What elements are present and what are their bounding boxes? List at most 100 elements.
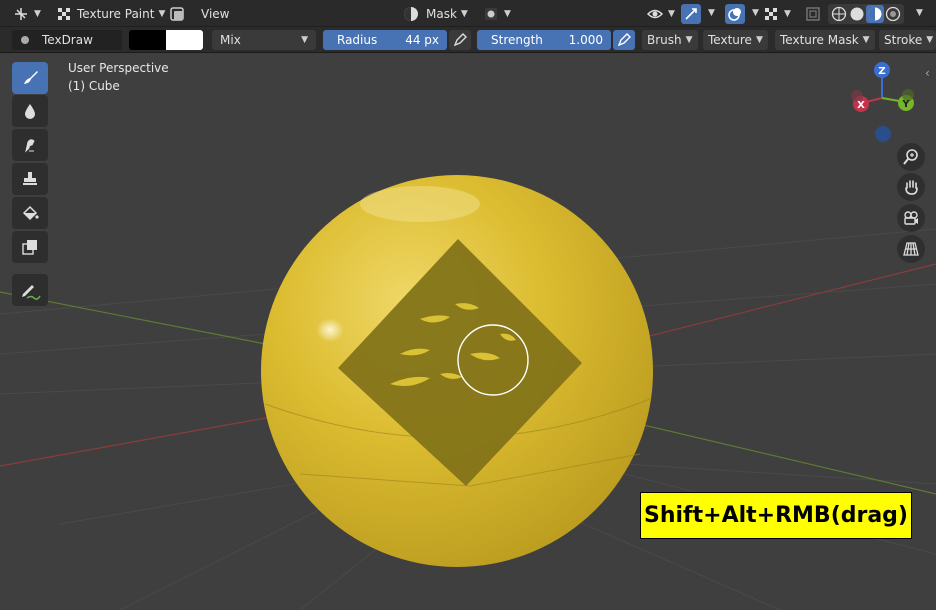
chevron-down-icon: ▼ — [668, 9, 675, 19]
view-name: User Perspective — [68, 61, 169, 75]
blend-mode-label: Mix — [220, 33, 241, 47]
chevron-down-icon: ▼ — [926, 35, 934, 45]
pen-pressure-icon — [617, 33, 631, 47]
tool-mask[interactable] — [12, 231, 48, 263]
checker-icon — [765, 8, 777, 20]
gizmo-z-label: Z — [878, 66, 885, 77]
chevron-down-icon[interactable]: ▼ — [708, 8, 715, 18]
tool-settings-bar: TexDraw Mix ▼ Radius 44 px Strength 1.00… — [0, 27, 936, 53]
texture-menu-label: Texture — [708, 33, 752, 47]
shading-group — [828, 4, 904, 24]
radius-label: Radius — [337, 33, 378, 47]
mode-dropdown[interactable]: Texture Paint ▼ — [50, 4, 171, 24]
material-shading-icon[interactable] — [866, 5, 884, 23]
stroke-menu[interactable]: Stroke ▼ — [879, 30, 936, 50]
visibility-dropdown[interactable]: ▼ — [646, 4, 675, 24]
chevron-down-icon[interactable]: ▼ — [916, 8, 923, 18]
paint-mask-toggle[interactable] — [168, 4, 188, 24]
texture-mask-menu-label: Texture Mask — [780, 33, 859, 47]
blend-mode-dropdown[interactable]: Mix ▼ — [212, 30, 316, 50]
shortcut-callout: Shift+Alt+RMB(drag) — [640, 492, 912, 539]
xray-icon — [806, 7, 820, 21]
tool-soften[interactable] — [12, 95, 48, 127]
rendered-shading-icon[interactable] — [884, 5, 902, 23]
editor-type-icon — [15, 8, 27, 20]
overlay-toggle[interactable] — [725, 4, 745, 24]
viewport-header: ▼ Texture Paint ▼ View Mask ▼ ▼ ▼ ▼ ▼ ▼ — [0, 0, 936, 27]
camera-icon — [904, 211, 918, 225]
tool-fill[interactable] — [12, 197, 48, 229]
stroke-menu-label: Stroke — [884, 33, 923, 47]
perspective-toggle-button[interactable] — [897, 235, 925, 263]
overlay-icon — [728, 8, 741, 21]
draw-brush-icon — [24, 71, 38, 84]
brush-preview-icon — [21, 36, 29, 44]
pan-button[interactable] — [897, 173, 925, 201]
chevron-down-icon: ▼ — [460, 9, 468, 19]
radius-pressure-toggle[interactable] — [449, 30, 471, 50]
tool-clone[interactable] — [12, 163, 48, 195]
clone-icon — [23, 172, 37, 185]
editor-type-button[interactable]: ▼ — [12, 4, 41, 24]
chevron-down-icon: ▼ — [755, 35, 763, 45]
pan-hand-icon — [905, 180, 918, 195]
gizmo-toggle[interactable] — [681, 4, 701, 24]
wireframe-shading-icon[interactable] — [830, 5, 848, 23]
brush-selector[interactable]: TexDraw — [12, 30, 122, 50]
solid-shading-icon[interactable] — [848, 5, 866, 23]
zoom-icon — [903, 149, 918, 165]
dot-icon — [485, 8, 497, 20]
zoom-button[interactable] — [897, 143, 925, 171]
chevron-down-icon[interactable]: ▼ — [752, 8, 759, 18]
strength-label: Strength — [491, 33, 543, 47]
mask-label: Mask — [426, 7, 457, 21]
sidebar-toggle-icon[interactable]: ‹ — [925, 66, 930, 80]
mask-dropdown[interactable]: Mask ▼ — [402, 4, 468, 24]
chevron-down-icon: ▼ — [862, 35, 870, 45]
brush-menu[interactable]: Brush ▼ — [642, 30, 698, 50]
annotate-icon — [22, 285, 41, 300]
camera-view-button[interactable] — [897, 204, 925, 232]
checker-icon — [58, 8, 70, 20]
view-menu[interactable]: View — [201, 4, 229, 24]
chevron-down-icon: ▼ — [784, 9, 791, 19]
secondary-color-swatch[interactable] — [166, 30, 203, 50]
texture-mask-menu[interactable]: Texture Mask ▼ — [775, 30, 875, 50]
gizmo-x-label: X — [857, 100, 865, 111]
primary-color-swatch[interactable] — [129, 30, 166, 50]
chevron-down-icon: ▼ — [301, 35, 308, 45]
mask-icon — [22, 240, 37, 255]
fill-icon — [22, 205, 39, 221]
chevron-down-icon: ▼ — [158, 9, 166, 19]
radius-slider[interactable]: Radius 44 px — [323, 30, 447, 50]
chevron-down-icon: ▼ — [504, 9, 511, 19]
strength-slider[interactable]: Strength 1.000 — [477, 30, 611, 50]
mask-circle-icon — [404, 7, 418, 21]
xray-toggle[interactable] — [804, 4, 822, 24]
gizmo-icon — [685, 8, 697, 20]
chevron-down-icon: ▼ — [685, 35, 693, 45]
brush-name: TexDraw — [42, 33, 93, 47]
gizmo-y-label: Y — [901, 99, 910, 110]
strength-pressure-toggle[interactable] — [613, 30, 635, 50]
tool-smear[interactable] — [12, 129, 48, 161]
xray-dropdown[interactable]: ▼ — [762, 4, 791, 24]
object-name: (1) Cube — [68, 79, 120, 93]
square-icon — [170, 7, 184, 21]
3d-viewport[interactable]: User Perspective (1) Cube Z X Y ‹ Shift+… — [0, 54, 936, 610]
soften-icon — [25, 104, 35, 119]
tool-draw[interactable] — [12, 62, 48, 94]
tool-annotate[interactable] — [12, 274, 48, 306]
pen-pressure-icon — [453, 33, 467, 47]
specular-highlight — [316, 318, 344, 342]
chevron-down-icon: ▼ — [34, 9, 41, 19]
symmetry-dropdown[interactable]: ▼ — [482, 4, 511, 24]
navigation-gizmo[interactable]: Z X Y — [845, 58, 925, 148]
texture-menu[interactable]: Texture ▼ — [703, 30, 768, 50]
mode-label: Texture Paint — [77, 7, 155, 21]
eye-icon — [646, 9, 664, 19]
grid-view-icon — [903, 242, 919, 256]
gizmo-neg-z-axis[interactable] — [875, 126, 891, 142]
smear-icon — [25, 139, 35, 153]
brush-menu-label: Brush — [647, 33, 682, 47]
